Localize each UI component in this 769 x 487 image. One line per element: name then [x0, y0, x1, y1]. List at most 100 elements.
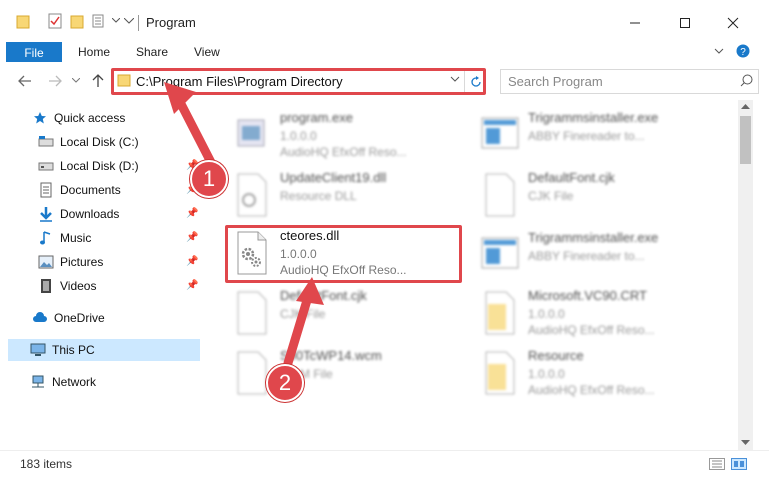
- file-name: S00TcWP14.wcm: [280, 348, 382, 363]
- file-item-trigrammsinstaller-exe[interactable]: Trigrammsinstaller.exe ABBY Finereader t…: [480, 110, 720, 166]
- sidebar-item-label: Music: [60, 231, 92, 245]
- file-icon: [237, 351, 267, 395]
- back-icon[interactable]: [18, 75, 32, 87]
- folder-file-icon: [485, 291, 515, 335]
- new-folder-icon[interactable]: [70, 13, 84, 29]
- file-description: AudioHQ EfxOff Reso...: [528, 383, 655, 397]
- exe-icon: [481, 237, 519, 269]
- cloud-icon: [32, 310, 48, 326]
- sidebar-item-label: Pictures: [60, 255, 104, 269]
- refresh-button[interactable]: [464, 70, 486, 93]
- help-icon[interactable]: ?: [736, 44, 750, 58]
- pin-icon[interactable]: 📌: [186, 256, 198, 267]
- sidebar-item-this-pc[interactable]: This PC: [8, 339, 200, 361]
- dropdown-arrow-icon[interactable]: [124, 18, 134, 24]
- folder-file-icon: [485, 351, 515, 395]
- sidebar-item-label: Downloads: [60, 207, 120, 221]
- address-path[interactable]: C:\Program Files\Program Directory: [136, 74, 343, 89]
- scroll-down-icon[interactable]: [741, 440, 750, 446]
- pin-icon[interactable]: 📌: [186, 280, 198, 291]
- sidebar-item-quick-access[interactable]: Quick access: [32, 107, 232, 129]
- file-description: AudioHQ EfxOff Reso...: [280, 145, 407, 159]
- file-description: AudioHQ EfxOff Reso...: [528, 323, 655, 337]
- file-item-program-exe[interactable]: program.exe 1.0.0.0 AudioHQ EfxOff Reso.…: [232, 110, 472, 166]
- recent-locations-icon[interactable]: [72, 78, 80, 84]
- videos-icon: [38, 278, 54, 294]
- file-name: Resource: [528, 348, 584, 363]
- tab-view[interactable]: View: [194, 45, 220, 59]
- file-version: 1.0.0.0: [528, 307, 565, 321]
- properties-icon[interactable]: [48, 13, 62, 29]
- step-badge-1: 1: [190, 160, 228, 198]
- scrollbar-thumb[interactable]: [740, 116, 751, 164]
- item-count: 183 items: [20, 457, 73, 471]
- file-version: 1.0.0.0: [528, 367, 565, 381]
- pictures-icon: [38, 254, 54, 270]
- address-dropdown-icon[interactable]: [450, 76, 460, 84]
- folder-icon[interactable]: [16, 13, 30, 29]
- search-input[interactable]: Search Program: [508, 74, 603, 89]
- ribbon-tabs: File Home Share View ?: [0, 42, 769, 63]
- sidebar-item-label: Local Disk (C:): [60, 135, 139, 149]
- file-item-updateclient19-dll[interactable]: UpdateClient19.dll Resource DLL: [232, 170, 472, 226]
- title-bar: Program: [0, 0, 769, 42]
- sidebar-item-network[interactable]: Network: [30, 371, 230, 393]
- file-name: Trigrammsinstaller.exe: [528, 230, 659, 245]
- tab-home[interactable]: Home: [78, 45, 110, 59]
- minimize-button[interactable]: [612, 8, 658, 38]
- sidebar-item-onedrive[interactable]: OneDrive: [32, 307, 232, 329]
- vertical-scrollbar[interactable]: [738, 100, 753, 450]
- file-type: CJK File: [280, 307, 326, 321]
- details-view-icon[interactable]: [709, 458, 725, 470]
- scroll-up-icon[interactable]: [741, 104, 750, 110]
- computer-icon: [30, 342, 46, 358]
- sidebar-item-label: This PC: [52, 343, 95, 357]
- file-icon: [485, 173, 515, 217]
- file-item-resource[interactable]: Resource 1.0.0.0 AudioHQ EfxOff Reso...: [480, 348, 720, 404]
- file-description: ABBY Finereader to...: [528, 129, 645, 143]
- large-icons-view-icon[interactable]: [731, 458, 747, 470]
- step-badge-2: 2: [266, 364, 304, 402]
- forward-icon[interactable]: [48, 75, 62, 87]
- downloads-icon: [38, 206, 54, 222]
- file-name: Trigrammsinstaller.exe: [528, 110, 659, 125]
- star-icon: [32, 110, 48, 126]
- file-item-defaultfont-cjk[interactable]: DefaultFont.cjk CJK File: [480, 170, 720, 226]
- file-name: program.exe: [280, 110, 353, 125]
- file-type: CJK File: [528, 189, 574, 203]
- file-icon: [237, 291, 267, 335]
- music-icon: [38, 230, 54, 246]
- pin-icon[interactable]: 📌: [186, 208, 198, 219]
- status-bar: 183 items: [0, 450, 769, 474]
- maximize-button[interactable]: [662, 8, 708, 38]
- file-name: UpdateClient19.dll: [280, 170, 387, 185]
- chevron-down-icon[interactable]: [112, 18, 120, 24]
- documents-icon: [38, 182, 54, 198]
- minimize-icon: [630, 22, 640, 24]
- navigation-pane: Quick access Local Disk (C:) Local Disk …: [0, 100, 206, 450]
- file-item-trigrammsinstaller-exe[interactable]: Trigrammsinstaller.exe ABBY Finereader t…: [480, 230, 720, 286]
- tab-share[interactable]: Share: [136, 45, 168, 59]
- tab-file[interactable]: File: [6, 42, 62, 63]
- file-description: ABBY Finereader to...: [528, 249, 645, 263]
- network-icon: [30, 374, 46, 390]
- pin-icon[interactable]: 📌: [186, 232, 198, 243]
- sidebar-item-label: Local Disk (D:): [60, 159, 139, 173]
- file-highlight: [225, 225, 462, 283]
- file-item-defaultfont-cjk[interactable]: DefaultFont.cjk CJK File: [232, 288, 472, 344]
- sidebar-item-label: OneDrive: [54, 311, 105, 325]
- close-button[interactable]: [710, 8, 756, 38]
- file-name: DefaultFont.cjk: [528, 170, 615, 185]
- sidebar-item-label: Network: [52, 375, 97, 389]
- search-icon[interactable]: [740, 74, 753, 87]
- drive-icon: [38, 134, 54, 150]
- sidebar-item-label: Documents: [60, 183, 121, 197]
- svg-text:?: ?: [740, 47, 746, 58]
- sidebar-item-label: Videos: [60, 279, 97, 293]
- up-icon[interactable]: [92, 74, 104, 88]
- title-separator: [138, 15, 139, 31]
- customize-icon[interactable]: [92, 13, 110, 29]
- window-bottom-edge: [0, 474, 769, 487]
- expand-ribbon-icon[interactable]: [714, 48, 724, 55]
- file-item-microsoft-vc90-crt[interactable]: Microsoft.VC90.CRT 1.0.0.0 AudioHQ EfxOf…: [480, 288, 720, 344]
